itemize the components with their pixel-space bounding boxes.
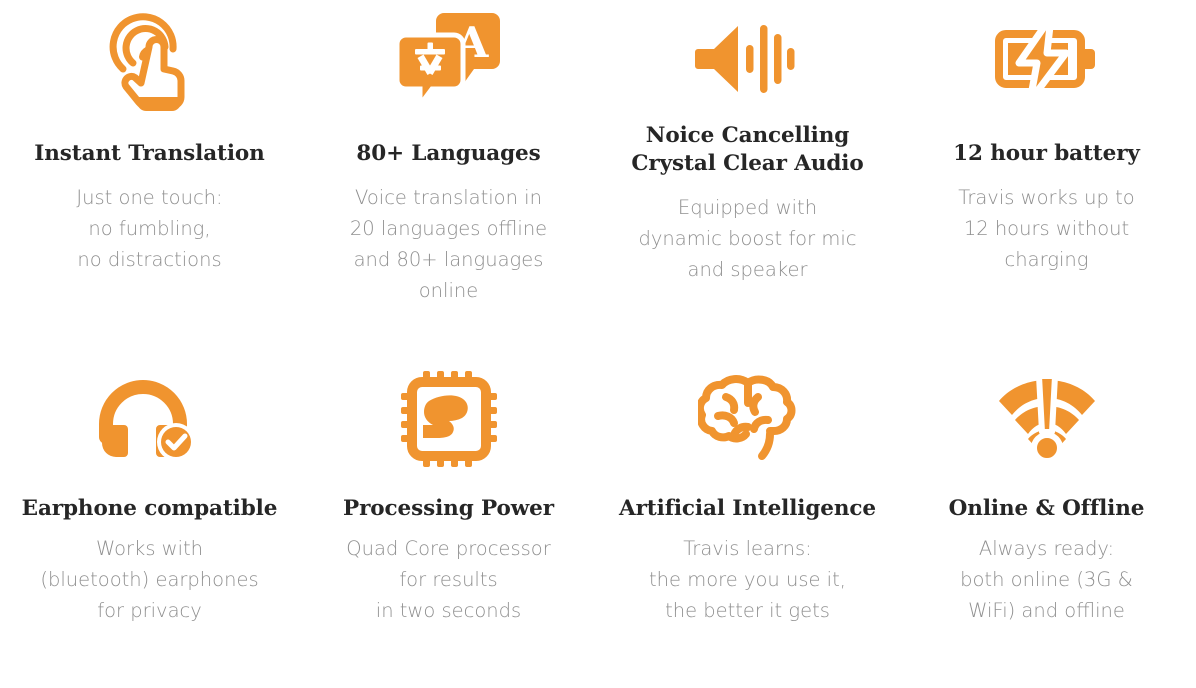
feature-card-noise-cancelling: Noice Cancelling Crystal Clear Audio Equ… <box>598 0 897 345</box>
feature-description: Voice translation in 20 languages offlin… <box>349 186 548 302</box>
feature-card-ai: Artificial Intelligence Travis learns: t… <box>598 345 897 688</box>
feature-card-battery: 12 hour battery Travis works up to 12 ho… <box>897 0 1196 345</box>
feature-description: Travis learns: the more you use it, the … <box>649 537 846 622</box>
feature-title: Noice Cancelling Crystal Clear Audio <box>631 123 864 176</box>
feature-title: 12 hour battery <box>953 141 1140 166</box>
feature-card-earphone: Earphone compatible Works with (bluetoot… <box>0 345 299 688</box>
feature-card-processing-power: Processing Power Quad Core processor for… <box>299 345 598 688</box>
feature-title: Online & Offline <box>948 496 1145 521</box>
feature-description: Quad Core processor for results in two s… <box>346 537 551 622</box>
feature-card-languages: A 80+ Languages Voice translation in 20 … <box>299 0 598 345</box>
feature-description: Equipped with dynamic boost for mic and … <box>638 196 857 281</box>
feature-card-instant-translation: Instant Translation Just one touch: no f… <box>0 0 299 345</box>
brain-icon <box>697 345 798 475</box>
feature-title: Processing Power <box>343 496 554 521</box>
feature-description: Always ready: both online (3G & WiFi) an… <box>960 537 1133 622</box>
cpu-chip-muscle-icon <box>400 345 497 475</box>
feature-title: 80+ Languages <box>356 141 541 166</box>
feature-description: Works with (bluetooth) earphones for pri… <box>40 537 259 622</box>
features-grid: Instant Translation Just one touch: no f… <box>0 0 1196 688</box>
feature-card-online-offline: Online & Offline Always ready: both onli… <box>897 345 1196 688</box>
feature-title: Instant Translation <box>34 141 265 166</box>
wifi-exclamation-icon <box>997 345 1097 475</box>
touch-tap-icon <box>105 0 195 118</box>
feature-description: Travis works up to 12 hours without char… <box>958 186 1135 271</box>
headphones-check-icon <box>98 345 202 475</box>
feature-description: Just one touch: no fumbling, no distract… <box>76 186 223 271</box>
translate-speech-bubbles-icon: A <box>395 0 502 118</box>
feature-title: Artificial Intelligence <box>619 496 876 521</box>
feature-title: Earphone compatible <box>21 496 278 521</box>
speaker-waveform-icon <box>694 0 802 118</box>
battery-charging-icon <box>994 0 1100 118</box>
